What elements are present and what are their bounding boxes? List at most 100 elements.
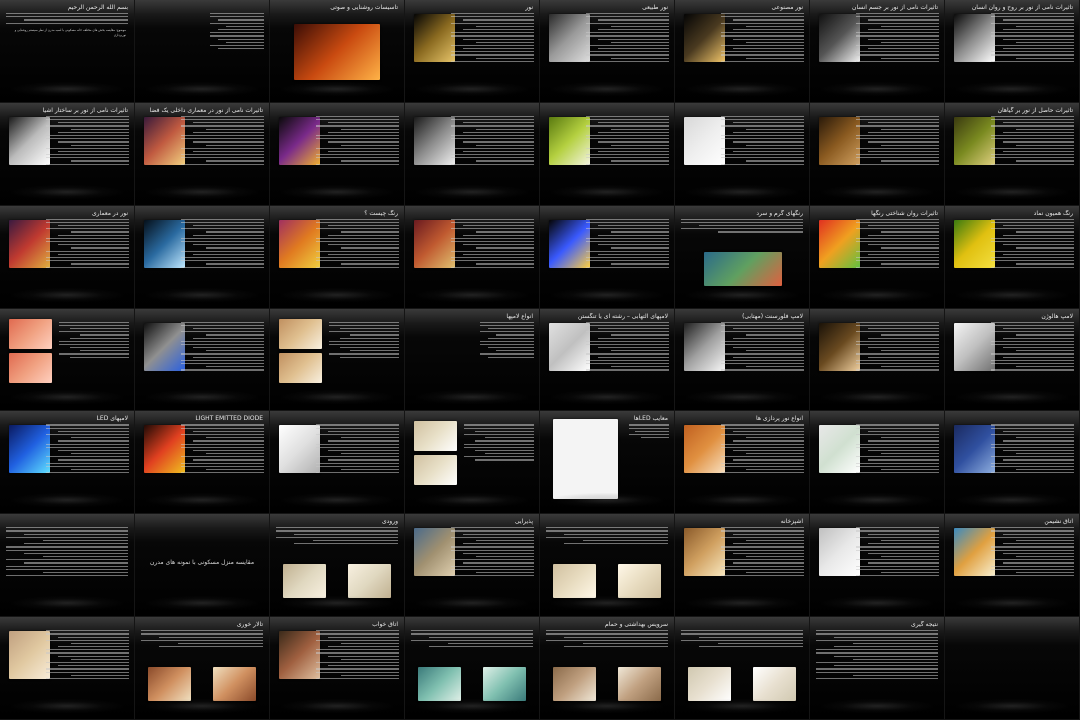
slide-thumbnail[interactable] [810, 411, 945, 515]
slide-title: رنگ همیون نماد [1033, 209, 1073, 217]
slide-title: نتیجه گیری [911, 621, 938, 629]
slide-thumbnail[interactable]: انواع نور پردازی ها [675, 411, 810, 515]
slide-thumbnail[interactable]: تاثیرات نامی از نور بر جسم انسان [810, 0, 945, 103]
slide-thumbnail[interactable]: نور [405, 0, 540, 103]
slide-image [549, 116, 590, 165]
slide-title: تالار خوری [236, 621, 263, 629]
slide-image [688, 667, 732, 702]
slide-thumbnail[interactable] [270, 308, 405, 412]
slide-image [9, 116, 50, 165]
slide-text [450, 527, 534, 592]
slide-thumbnail[interactable]: نور مصنوعی [675, 0, 810, 103]
slide-thumbnail[interactable]: معایب LEDها [540, 411, 675, 515]
slide-text [990, 424, 1074, 489]
slide-thumbnail[interactable] [135, 308, 270, 412]
slide-thumbnail[interactable]: نور طبیعی [540, 0, 675, 103]
slide-thumbnail[interactable]: آشپزخانه [675, 514, 810, 618]
slide-thumbnail[interactable]: رنگ همیون نماد [945, 205, 1080, 309]
slide-image [819, 322, 860, 371]
slide-image [819, 528, 860, 577]
slide-image [414, 116, 455, 165]
slide-image [819, 116, 860, 165]
slide-image [283, 564, 327, 599]
slide-thumbnail[interactable]: لامپهای التهابی – رشته ای یا تنگستن [540, 308, 675, 412]
slide-thumbnail[interactable] [270, 411, 405, 515]
slide-image [9, 425, 50, 474]
section-title: مقایسه منزل مسکونی با نمونه های مدرن [149, 559, 255, 567]
slide-thumbnail[interactable] [945, 411, 1080, 515]
slide-text [720, 115, 804, 181]
slide-thumbnail[interactable]: مقایسه منزل مسکونی با نمونه های مدرن [135, 514, 270, 618]
slide-thumbnail[interactable]: تالار خوری [135, 617, 270, 720]
slide-thumbnail[interactable]: تاثیرات حاصل از نور بر گیاهان [945, 102, 1080, 206]
slide-thumbnail[interactable] [0, 308, 135, 412]
slide-text [990, 115, 1074, 181]
slide-thumbnail[interactable]: ورودی [270, 514, 405, 618]
slide-text [990, 527, 1074, 592]
slide-thumbnail[interactable] [405, 411, 540, 515]
slide-thumbnail[interactable] [810, 308, 945, 412]
slide-thumbnail[interactable]: تاثیرات نامی از نور بر ساختار اشیا [0, 102, 135, 206]
slide-text [45, 424, 129, 489]
slide-thumbnail[interactable]: انواع لامپها [405, 308, 540, 412]
slide-subtitle: موضوع: مقایسه بخش های مختلف خانه مسکونی … [14, 28, 126, 37]
slide-thumbnail[interactable] [0, 617, 135, 720]
slide-text [315, 630, 399, 695]
slide-text [315, 218, 399, 284]
slide-thumbnail[interactable] [405, 205, 540, 309]
slide-thumbnail[interactable]: نتیجه گیری [810, 617, 945, 720]
slide-image [144, 322, 185, 371]
slide-thumbnail[interactable] [135, 0, 270, 103]
slide-thumbnail[interactable] [675, 617, 810, 720]
slide-thumbnail[interactable] [540, 205, 675, 309]
slide-title: لامپ فلورسنت (مهتابی) [742, 312, 803, 320]
slide-thumbnail[interactable]: تاثیرات نامی از نور در معماری داخلی یک ف… [135, 102, 270, 206]
slide-thumbnail[interactable] [405, 617, 540, 720]
slide-thumbnail[interactable]: لامپ هالوژن [945, 308, 1080, 412]
slide-text [45, 630, 129, 695]
slide-thumbnail[interactable]: لامپهای LED [0, 411, 135, 515]
slide-thumbnail[interactable]: LIGHT EMITTED DIODE [135, 411, 270, 515]
slide-image [414, 219, 455, 268]
slide-title: انواع نور پردازی ها [756, 415, 803, 423]
slide-thumbnail[interactable]: تاثیرات روان شناختی رنگها [810, 205, 945, 309]
slide-thumbnail[interactable]: تاثیرات نامی از نور بر روح و روان انسان [945, 0, 1080, 103]
slide-thumbnail[interactable] [270, 102, 405, 206]
slide-image [819, 14, 860, 62]
slide-thumbnail[interactable] [540, 102, 675, 206]
slide-thumbnail[interactable] [810, 102, 945, 206]
slide-thumbnail[interactable]: رنگ چیست ؟ [270, 205, 405, 309]
slide-text [180, 218, 264, 284]
slide-thumbnail[interactable] [135, 205, 270, 309]
slide-thumbnail[interactable]: نور در معماری [0, 205, 135, 309]
slide-title: نور در معماری [91, 209, 128, 217]
slide-thumbnail[interactable] [0, 514, 135, 618]
slide-thumbnail[interactable]: لامپ فلورسنت (مهتابی) [675, 308, 810, 412]
slide-thumbnail[interactable] [810, 514, 945, 618]
slide-image [549, 219, 590, 268]
slide-text [141, 630, 263, 667]
slide-image [549, 14, 590, 62]
slide-thumbnail[interactable]: اتاق خواب [270, 617, 405, 720]
slide-thumbnail[interactable] [540, 514, 675, 618]
slide-image [414, 14, 455, 62]
slide-thumbnail[interactable]: تاسیسات روشنایی و صوتی [270, 0, 405, 103]
slide-title: رنگ چیست ؟ [364, 209, 398, 217]
slide-title: نور طبیعی [642, 4, 668, 11]
led-table [553, 419, 618, 500]
slide-thumbnail[interactable]: سرویس بهداشتی و حمام [540, 617, 675, 720]
slide-image [279, 219, 320, 268]
slide-title: تاسیسات روشنایی و صوتی [330, 4, 398, 11]
slide-text [6, 527, 128, 592]
slide-thumbnail[interactable]: بسم الله الرحمن الرحیم موضوع: مقایسه بخش … [0, 0, 135, 103]
slide-thumbnail[interactable] [405, 102, 540, 206]
slide-text [464, 424, 534, 489]
slide-thumbnail[interactable] [675, 102, 810, 206]
slide-thumbnail[interactable]: اتاق نشیمن [945, 514, 1080, 618]
slide-image [347, 564, 391, 599]
slide-thumbnail[interactable]: رنگهای گرم و سرد [675, 205, 810, 309]
slide-thumbnail[interactable]: پذیرایی [405, 514, 540, 618]
slide-thumbnail[interactable] [945, 617, 1080, 720]
slide-text [855, 321, 939, 387]
slide-text [210, 13, 264, 78]
